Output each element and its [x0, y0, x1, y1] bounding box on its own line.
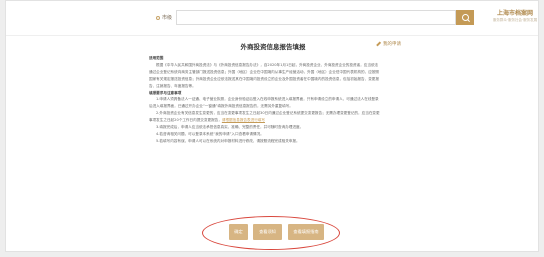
- location-icon: [156, 15, 160, 20]
- my-application-link[interactable]: 我的申请: [376, 41, 401, 47]
- notice-paragraph: 1.申请人须具备法人一证通、电子营业执照，企业身份验证后登入在线申报系统进入填报…: [149, 96, 381, 110]
- confirm-button[interactable]: 确定: [229, 224, 248, 240]
- view-notice-button[interactable]: 查看须知: [253, 224, 282, 240]
- view-guide-button[interactable]: 查看填报指南: [288, 224, 324, 240]
- brand-subtitle: 服务群众·服务社会·服务发展: [492, 18, 538, 22]
- brand-logo[interactable]: 上海市档案网 服务群众·服务社会·服务发展: [491, 10, 539, 23]
- section-heading: 填报要求与注意事项: [149, 90, 381, 97]
- city-label: 市级: [162, 15, 173, 21]
- page-container: 市级 上海市档案网 服务群众·服务社会·服务发展 外商投资信息报告填报 我的申请…: [5, 0, 539, 252]
- my-application-label: 我的申请: [383, 42, 401, 47]
- notice-paragraph: 根据《中华人民共和国外商投资法》与《外商投资信息报告办法》，自2020年1月1日…: [149, 62, 381, 90]
- notice-paragraph: 4.若咨询相关问题，可以登录本系统“我的申请”入口查看申请情况。: [149, 131, 381, 138]
- search-button[interactable]: [456, 10, 474, 25]
- paragraph-text: 适用范围: [149, 56, 164, 60]
- pencil-icon: [376, 41, 381, 47]
- paragraph-text: 3.填报完成后，申请人应当依法承担信息真实、准确、完整的责任，并可随时查询办理进…: [156, 125, 304, 130]
- search-input[interactable]: [176, 10, 456, 25]
- paragraph-text: 填报要求与注意事项: [149, 90, 182, 95]
- top-bar: 市级 上海市档案网 服务群众·服务社会·服务发展: [6, 1, 538, 36]
- page-title: 外商投资信息报告填报: [240, 43, 306, 51]
- city-selector[interactable]: 市级: [156, 14, 172, 21]
- guide-link[interactable]: 请根据信息报告表进行填写: [222, 118, 265, 122]
- notice-paragraph: 2.外商投资企业有关信息发生变更的，应当在变更事项发生之日起30日内通过企业登记…: [149, 110, 381, 124]
- paragraph-text: 根据《中华人民共和国外商投资法》与《外商投资信息报告办法》，自2020年1月1日…: [149, 62, 379, 88]
- paragraph-text: 1.申请人须具备法人一证通、电子营业执照，企业身份验证后登入在线申报系统进入填报…: [149, 97, 379, 109]
- brand-name: 上海市档案网: [496, 10, 533, 17]
- notice-paragraph: 3.填报完成后，申请人应当依法承担信息真实、准确、完整的责任，并可随时查询办理进…: [149, 124, 381, 131]
- section-heading: 适用范围: [149, 55, 381, 62]
- paragraph-text: 5.若填写内容有误，申请人可以在系统内对申报材料进行修改，请按照流程完成相关申报…: [156, 138, 300, 143]
- notice-content: 适用范围根据《中华人民共和国外商投资法》与《外商投资信息报告办法》，自2020年…: [149, 55, 381, 145]
- paragraph-text: 4.若咨询相关问题，可以登录本系统“我的申请”入口查看申请情况。: [156, 131, 264, 136]
- notice-paragraph: 5.若填写内容有误，申请人可以在系统内对申报材料进行修改，请按照流程完成相关申报…: [149, 138, 381, 145]
- search-icon: [461, 14, 469, 21]
